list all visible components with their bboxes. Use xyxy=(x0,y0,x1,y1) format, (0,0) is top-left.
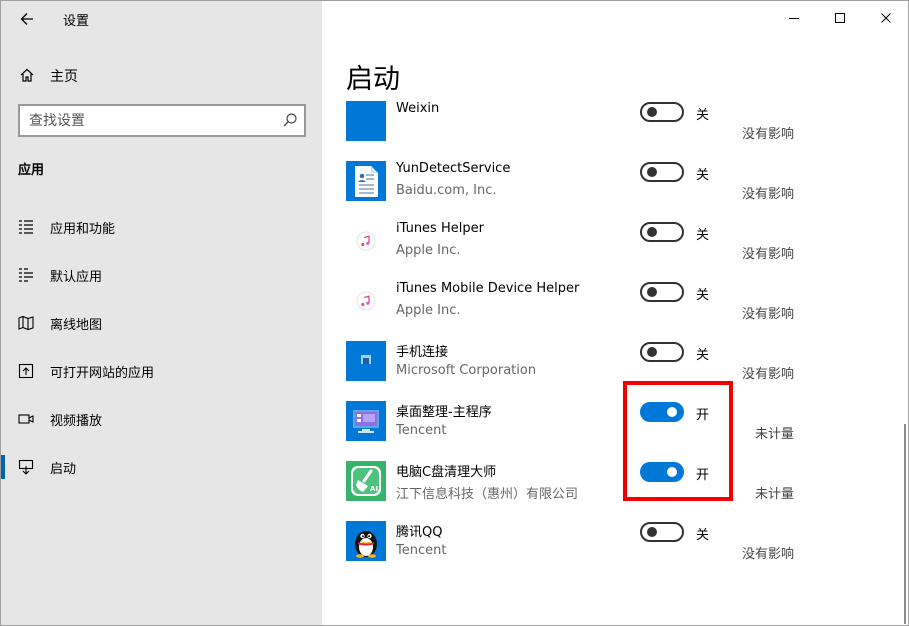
app-name: 手机连接 xyxy=(396,345,449,360)
startup-impact: 没有影响 xyxy=(741,187,794,202)
list-item: 手机连接 Microsoft Corporation 关 没有影响 xyxy=(322,341,902,401)
map-icon xyxy=(17,314,35,332)
section-title: 应用 xyxy=(18,163,45,178)
startup-impact: 没有影响 xyxy=(741,247,794,262)
highlight-box xyxy=(623,381,733,501)
list-item: 腾讯QQ Tencent 关 没有影响 xyxy=(322,521,902,581)
sidebar-item-video-playback[interactable]: 视频播放 xyxy=(1,399,322,439)
sidebar-item-offline-maps[interactable]: 离线地图 xyxy=(1,303,322,343)
app-name: 桌面整理-主程序 xyxy=(396,405,492,420)
startup-toggle[interactable] xyxy=(640,342,684,362)
app-publisher: Tencent xyxy=(396,423,447,438)
home-icon xyxy=(18,66,36,84)
list-item: iTunes Mobile Device Helper Apple Inc. 关… xyxy=(322,281,902,341)
scrollbar[interactable] xyxy=(904,424,906,624)
sidebar-item-apps-features[interactable]: 应用和功能 xyxy=(1,207,322,247)
toggle-state-label: 关 xyxy=(696,348,710,363)
startup-toggle[interactable] xyxy=(640,282,684,302)
sidebar-item-label: 视频播放 xyxy=(50,414,103,429)
list-item: Weixin 关 没有影响 xyxy=(322,101,902,161)
startup-toggle[interactable] xyxy=(640,522,684,542)
app-publisher: Baidu.com, Inc. xyxy=(396,183,497,198)
startup-toggle[interactable] xyxy=(640,162,684,182)
default-apps-icon xyxy=(17,266,35,284)
app-name: YunDetectService xyxy=(396,161,511,176)
itunes-icon xyxy=(346,221,386,261)
sidebar: 设置 主页 应用 应用和功能 默认应用 xyxy=(1,1,322,625)
sidebar-item-label: 主页 xyxy=(50,69,78,85)
sidebar-item-startup[interactable]: 启动 xyxy=(1,447,322,487)
startup-impact: 未计量 xyxy=(754,427,794,442)
search-input[interactable] xyxy=(20,106,270,135)
toggle-state-label: 关 xyxy=(696,288,710,303)
startup-impact: 没有影响 xyxy=(741,307,794,322)
app-publisher: Tencent xyxy=(396,543,447,558)
startup-app-list: Weixin 关 没有影响 YunDetectService Baidu.com… xyxy=(322,101,902,625)
startup-toggle[interactable] xyxy=(640,102,684,122)
startup-impact: 没有影响 xyxy=(741,367,794,382)
back-button[interactable] xyxy=(15,7,39,31)
app-name: 腾讯QQ xyxy=(396,525,443,540)
sidebar-item-home[interactable]: 主页 xyxy=(1,59,322,91)
active-indicator xyxy=(1,455,5,479)
startup-icon xyxy=(17,458,35,476)
app-name: iTunes Helper xyxy=(396,221,484,236)
toggle-state-label: 关 xyxy=(696,108,710,123)
startup-impact: 没有影响 xyxy=(741,547,794,562)
startup-toggle[interactable] xyxy=(640,222,684,242)
search-box[interactable] xyxy=(18,104,306,137)
app-publisher: Microsoft Corporation xyxy=(396,363,537,378)
toggle-state-label: 关 xyxy=(696,228,710,243)
toggle-state-label: 关 xyxy=(696,528,710,543)
startup-impact: 没有影响 xyxy=(741,127,794,142)
app-title: 设置 xyxy=(63,14,90,29)
page-title: 启动 xyxy=(346,64,400,95)
itunes-icon xyxy=(346,281,386,321)
open-web-icon xyxy=(17,362,35,380)
app-publisher: Apple Inc. xyxy=(396,303,461,318)
sidebar-item-default-apps[interactable]: 默认应用 xyxy=(1,255,322,295)
list-item: AI 电脑C盘清理大师 江下信息科技（惠州）有限公司 开 未计量 xyxy=(322,461,902,521)
search-icon[interactable] xyxy=(282,112,298,128)
app-publisher: Apple Inc. xyxy=(396,243,461,258)
video-icon xyxy=(17,410,35,428)
back-arrow-icon xyxy=(20,13,33,25)
cleaner-broom-icon: AI xyxy=(346,461,386,501)
phone-link-icon xyxy=(346,341,386,381)
sidebar-item-apps-for-websites[interactable]: 可打开网站的应用 xyxy=(1,351,322,391)
list-icon xyxy=(17,218,35,236)
qq-penguin-icon xyxy=(346,521,386,561)
document-app-icon xyxy=(346,161,386,201)
sidebar-item-label: 应用和功能 xyxy=(50,222,116,237)
sidebar-item-label: 可打开网站的应用 xyxy=(50,366,155,381)
weixin-app-icon xyxy=(346,101,386,141)
startup-impact: 未计量 xyxy=(754,487,794,502)
app-publisher: 江下信息科技（惠州）有限公司 xyxy=(396,487,579,502)
app-name: iTunes Mobile Device Helper xyxy=(396,281,580,296)
toggle-state-label: 关 xyxy=(696,168,710,183)
main-content: 启动 Weixin 关 没有影响 YunDetectService Baidu.… xyxy=(322,1,908,625)
list-item: YunDetectService Baidu.com, Inc. 关 没有影响 xyxy=(322,161,902,221)
list-item: iTunes Helper Apple Inc. 关 没有影响 xyxy=(322,221,902,281)
sidebar-item-label: 离线地图 xyxy=(50,318,103,333)
desktop-organizer-icon xyxy=(346,401,386,441)
app-name: 电脑C盘清理大师 xyxy=(396,465,497,480)
app-name: Weixin xyxy=(396,101,440,116)
svg-text:AI: AI xyxy=(370,485,378,493)
sidebar-item-label: 默认应用 xyxy=(50,270,103,285)
sidebar-item-label: 启动 xyxy=(50,462,77,477)
list-item: 桌面整理-主程序 Tencent 开 未计量 xyxy=(322,401,902,461)
settings-window: 设置 主页 应用 应用和功能 默认应用 xyxy=(0,0,909,626)
